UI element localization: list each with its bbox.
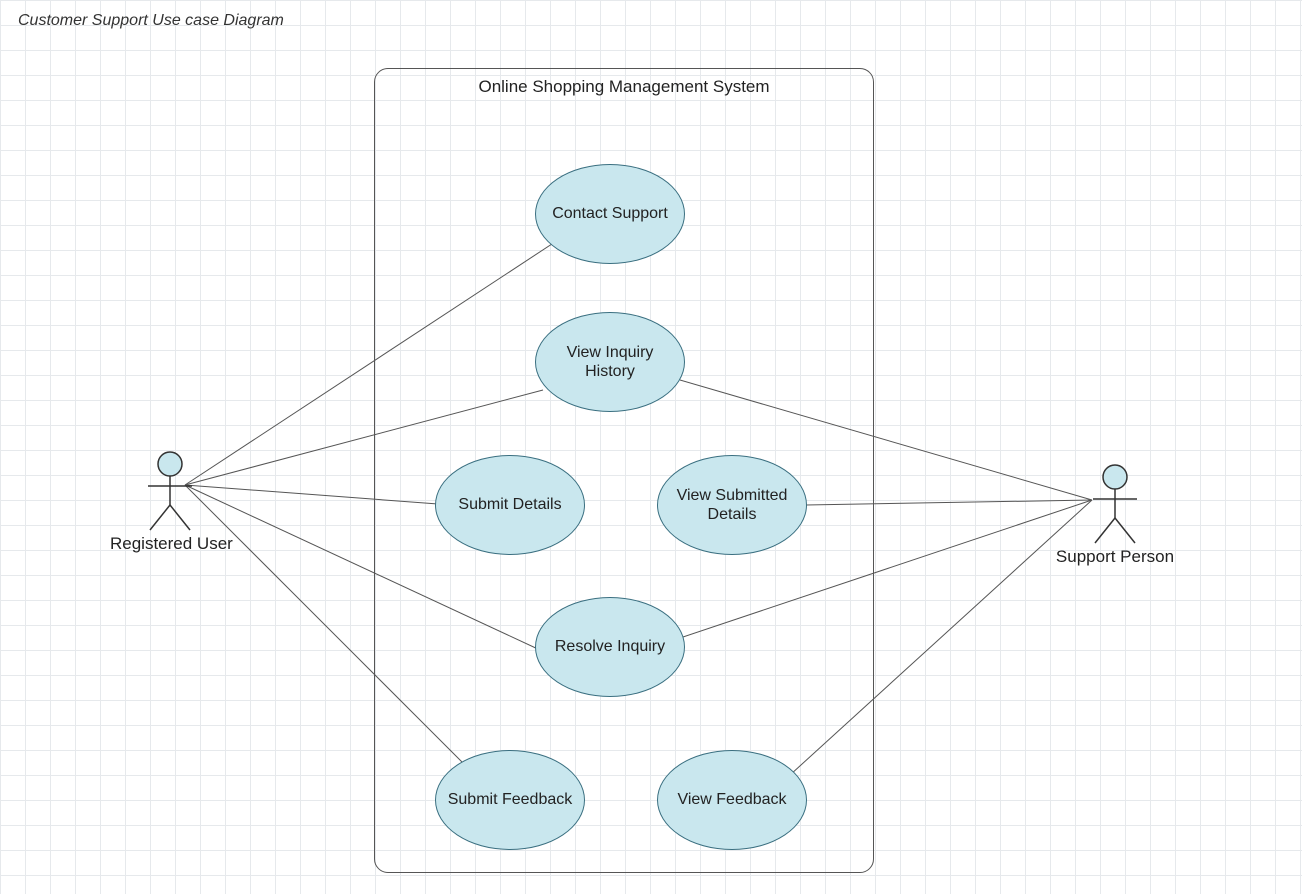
- usecase-contact-support: Contact Support: [535, 164, 685, 264]
- usecase-view-inquiry-history: View Inquiry History: [535, 312, 685, 412]
- actor-registered-user: Registered User: [110, 450, 230, 554]
- actor-icon: [140, 450, 200, 532]
- usecase-label: Resolve Inquiry: [555, 637, 665, 656]
- usecase-view-submitted-details: View Submitted Details: [657, 455, 807, 555]
- diagram-title: Customer Support Use case Diagram: [18, 12, 284, 30]
- usecase-view-feedback: View Feedback: [657, 750, 807, 850]
- actor-icon: [1085, 463, 1145, 545]
- usecase-submit-details: Submit Details: [435, 455, 585, 555]
- system-title: Online Shopping Management System: [375, 77, 873, 97]
- usecase-label: View Inquiry History: [542, 343, 678, 381]
- usecase-label: View Feedback: [677, 790, 786, 809]
- usecase-resolve-inquiry: Resolve Inquiry: [535, 597, 685, 697]
- usecase-label: View Submitted Details: [664, 486, 800, 524]
- actor-label: Support Person: [1055, 547, 1175, 567]
- usecase-label: Submit Details: [458, 495, 561, 514]
- actor-label: Registered User: [110, 534, 230, 554]
- usecase-label: Submit Feedback: [448, 790, 573, 809]
- usecase-submit-feedback: Submit Feedback: [435, 750, 585, 850]
- usecase-label: Contact Support: [552, 204, 668, 223]
- diagram-canvas: Customer Support Use case Diagram Online…: [0, 0, 1302, 894]
- actor-support-person: Support Person: [1055, 463, 1175, 567]
